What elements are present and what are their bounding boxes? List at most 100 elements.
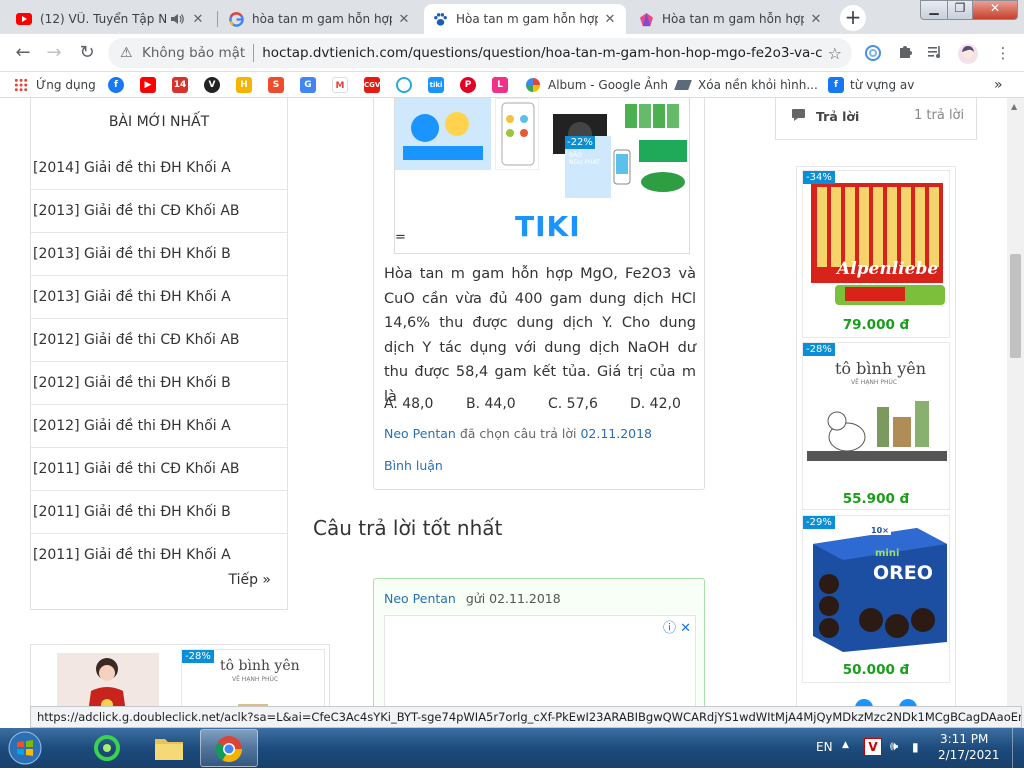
option-b: B. 44,0: [466, 396, 516, 412]
best-answer-title: Câu trả lời tốt nhất: [313, 516, 503, 540]
latest-post-link[interactable]: [2013] Giải đề thi CĐ Khối AB: [31, 190, 287, 233]
close-icon[interactable]: ✕: [396, 12, 412, 27]
address-bar[interactable]: ⚠ Không bảo mật hoctap.dvtienich.com/que…: [108, 38, 852, 68]
paw-icon: [638, 11, 654, 27]
youtube-icon: ▶: [140, 77, 156, 93]
ad-product-oreo[interactable]: 10× mini OREO -29% 50.000 đ: [802, 515, 950, 683]
scrollbar-thumb[interactable]: [1010, 254, 1021, 358]
avatar[interactable]: [958, 44, 978, 64]
network-icon[interactable]: ▮: [912, 740, 919, 754]
tab-youtube[interactable]: (12) VŨ. Tuyển Tập Nh ✕: [8, 4, 214, 34]
bookmark-gmail[interactable]: M: [332, 76, 354, 94]
close-icon[interactable]: ✕: [602, 12, 618, 27]
latest-post-link[interactable]: [2014] Giải đề thi ĐH Khối A: [31, 147, 287, 190]
new-tab-button[interactable]: +: [840, 5, 866, 31]
start-button[interactable]: [6, 730, 44, 766]
bookmark-vocab[interactable]: f từ vựng av: [828, 76, 914, 94]
bookmark-remove-bg[interactable]: Xóa nền khỏi hình...: [674, 76, 818, 94]
taskbar-app-coccoc[interactable]: [78, 729, 136, 767]
page-scrollbar[interactable]: ▲: [1007, 98, 1024, 728]
bookmark-14[interactable]: 14: [172, 76, 194, 94]
discount-badge: -29%: [803, 516, 835, 529]
maximize-button[interactable]: ❐: [947, 0, 973, 20]
discount-badge: -34%: [803, 171, 835, 184]
bookmark-facebook[interactable]: f: [108, 76, 130, 94]
author-link[interactable]: Neo Pentan: [384, 426, 456, 441]
google-photos-icon: [526, 78, 540, 92]
reload-button[interactable]: ↻: [74, 40, 100, 66]
date-link[interactable]: 02.11.2018: [580, 426, 652, 441]
latest-post-link[interactable]: [2012] Giải đề thi ĐH Khối A: [31, 405, 287, 448]
latest-post-link[interactable]: [2011] Giải đề thi ĐH Khối B: [31, 491, 287, 534]
back-button[interactable]: ←: [10, 40, 36, 66]
promo-text: BÃO NGU PHÁT: [569, 152, 600, 166]
bookmark-lazada[interactable]: L: [492, 76, 514, 94]
bookmarks-more[interactable]: »: [994, 76, 1003, 94]
tab-label: Hòa tan m gam hỗn hợp M: [662, 12, 804, 26]
tray-expand-icon[interactable]: ▲: [842, 740, 849, 750]
bm-14-icon: 14: [172, 77, 188, 93]
latest-post-link[interactable]: [2012] Giải đề thi CĐ Khối AB: [31, 319, 287, 362]
shopee-icon: S: [268, 77, 284, 93]
close-icon[interactable]: ✕: [190, 12, 206, 27]
ad-info-close-icon[interactable]: ⓘ ✕: [663, 617, 691, 636]
tab-google-search[interactable]: hòa tan m gam hỗn hợp g ✕: [220, 4, 420, 34]
tab-current[interactable]: Hòa tan m gam hỗn hợp M ✕: [424, 4, 626, 34]
bookmark-youtube[interactable]: ▶: [140, 76, 162, 94]
taskbar-app-explorer[interactable]: [140, 729, 198, 767]
latest-post-link[interactable]: [2011] Giải đề thi ĐH Khối A: [31, 534, 287, 577]
youtube-icon: [16, 11, 32, 27]
latest-post-link[interactable]: [2013] Giải đề thi ĐH Khối B: [31, 233, 287, 276]
puzzle-icon[interactable]: [896, 44, 914, 62]
answer-sent-date: gửi 02.11.2018: [465, 591, 561, 606]
question-card: -22% BÃO NGU PHÁT = TIKI Hòa tan m gam h…: [373, 98, 705, 490]
star-icon[interactable]: ☆: [828, 44, 842, 63]
bookmark-translate[interactable]: G: [300, 76, 322, 94]
tab-other[interactable]: Hòa tan m gam hỗn hợp M ✕: [630, 4, 832, 34]
paw-icon: [432, 11, 448, 27]
latest-post-link[interactable]: [2012] Giải đề thi ĐH Khối B: [31, 362, 287, 405]
bookmark-v[interactable]: V: [204, 76, 226, 94]
lazada-icon: L: [492, 77, 508, 93]
latest-posts-box: BÀI MỚI NHẤT [2014] Giải đề thi ĐH Khối …: [30, 98, 288, 610]
status-url-bar: https://adclick.g.doubleclick.net/aclk?s…: [30, 706, 1022, 728]
latest-post-link[interactable]: [2011] Giải đề thi CĐ Khối AB: [31, 448, 287, 491]
bookmark-shopee[interactable]: S: [268, 76, 290, 94]
ad-product-candy[interactable]: Alpenliebe -34% 79.000 đ: [802, 170, 950, 338]
tiki-icon: tiki: [428, 77, 444, 93]
bookmark-h[interactable]: H: [236, 76, 258, 94]
more-menu-icon[interactable]: ⋮: [994, 44, 1012, 62]
bookmark-google-photos[interactable]: Album - Google Ảnh: [526, 76, 668, 94]
book-subtitle: VẼ HẠNH PHÚC: [232, 676, 279, 683]
volume-icon[interactable]: 🕪: [890, 739, 898, 754]
ad-tiki-banner[interactable]: -22% BÃO NGU PHÁT = TIKI: [394, 98, 690, 254]
extension-circle-icon[interactable]: [864, 44, 882, 62]
bookmark-circle[interactable]: [396, 76, 418, 94]
language-indicator[interactable]: EN: [816, 740, 833, 754]
close-icon[interactable]: ✕: [808, 12, 824, 27]
warning-icon: ⚠: [120, 45, 133, 61]
bookmark-tiki[interactable]: tiki: [428, 76, 450, 94]
ad-product-book[interactable]: tô bình yên VẼ HẠNH PHÚC -28% 55.900 đ: [802, 342, 950, 510]
comment-link[interactable]: Bình luận: [384, 458, 443, 473]
close-window-button[interactable]: ✕: [972, 0, 1018, 20]
minimize-button[interactable]: ▁: [920, 0, 948, 20]
bookmark-apps[interactable]: Ứng dụng: [14, 76, 96, 94]
more-link[interactable]: Tiếp »: [228, 572, 271, 588]
bookmark-pinterest[interactable]: P: [460, 76, 482, 94]
product-brand: Alpenliebe: [837, 259, 939, 279]
forward-button[interactable]: →: [41, 40, 67, 66]
taskbar-app-chrome[interactable]: [200, 729, 258, 767]
speaker-icon[interactable]: [170, 11, 184, 27]
show-desktop-button[interactable]: [1012, 728, 1024, 768]
bookmark-cgv[interactable]: CGV: [364, 76, 386, 94]
product-price: 55.900 đ: [842, 491, 910, 507]
unikey-icon[interactable]: V: [864, 738, 882, 756]
latest-post-link[interactable]: [2013] Giải đề thi ĐH Khối A: [31, 276, 287, 319]
clock-time[interactable]: 3:11 PM: [940, 732, 988, 746]
ad-image-milk: [621, 98, 689, 134]
scroll-up-icon[interactable]: ▲: [1011, 102, 1017, 111]
clock-date[interactable]: 2/17/2021: [938, 748, 1000, 762]
answer-author-link[interactable]: Neo Pentan: [384, 591, 456, 606]
media-control-icon[interactable]: [926, 44, 944, 62]
